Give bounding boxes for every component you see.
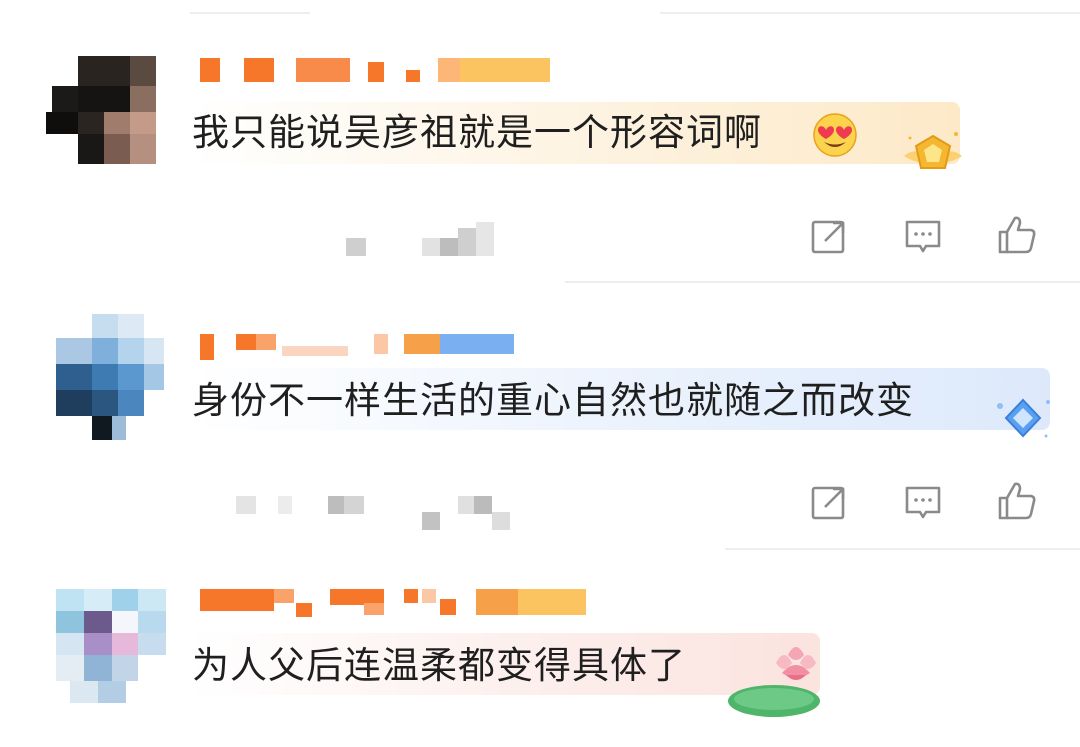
comment-item: 为人父后连温柔都变得具体了 <box>0 549 1080 747</box>
comment-text: 身份不一样生活的重心自然也就随之而改变 <box>192 379 914 422</box>
repost-button[interactable] <box>806 214 852 260</box>
comment-text: 为人父后连温柔都变得具体了 <box>192 644 686 687</box>
timestamp-mosaic <box>236 492 516 532</box>
repost-button[interactable] <box>806 480 852 526</box>
like-button[interactable] <box>994 212 1040 258</box>
avatar[interactable] <box>40 56 168 184</box>
avatar[interactable] <box>52 314 180 442</box>
thumb-up-icon <box>998 216 1036 254</box>
avatar[interactable] <box>52 589 180 717</box>
lotus-flower-badge-icon <box>726 635 830 721</box>
heart-eyes-emoji <box>812 112 858 158</box>
gold-star-badge-icon <box>898 126 968 182</box>
like-button[interactable] <box>994 478 1040 524</box>
share-icon <box>811 220 845 254</box>
comment-item: 身份不一样生活的重心自然也就随之而改变 <box>0 282 1080 548</box>
share-icon <box>811 486 845 520</box>
comment-item: 我只能说吴彦祖就是一个形容词啊 <box>0 0 1080 280</box>
comment-icon <box>905 486 941 519</box>
thumb-up-icon <box>998 482 1036 520</box>
reply-button[interactable] <box>900 480 946 526</box>
username-mosaic[interactable] <box>200 58 560 82</box>
reply-button[interactable] <box>900 214 946 260</box>
blue-diamond-badge-icon <box>990 392 1056 448</box>
timestamp-mosaic <box>346 222 496 262</box>
username-mosaic[interactable] <box>200 330 520 360</box>
comment-icon <box>905 220 941 253</box>
username-mosaic[interactable] <box>200 589 590 619</box>
comment-text: 我只能说吴彦祖就是一个形容词啊 <box>192 111 762 154</box>
